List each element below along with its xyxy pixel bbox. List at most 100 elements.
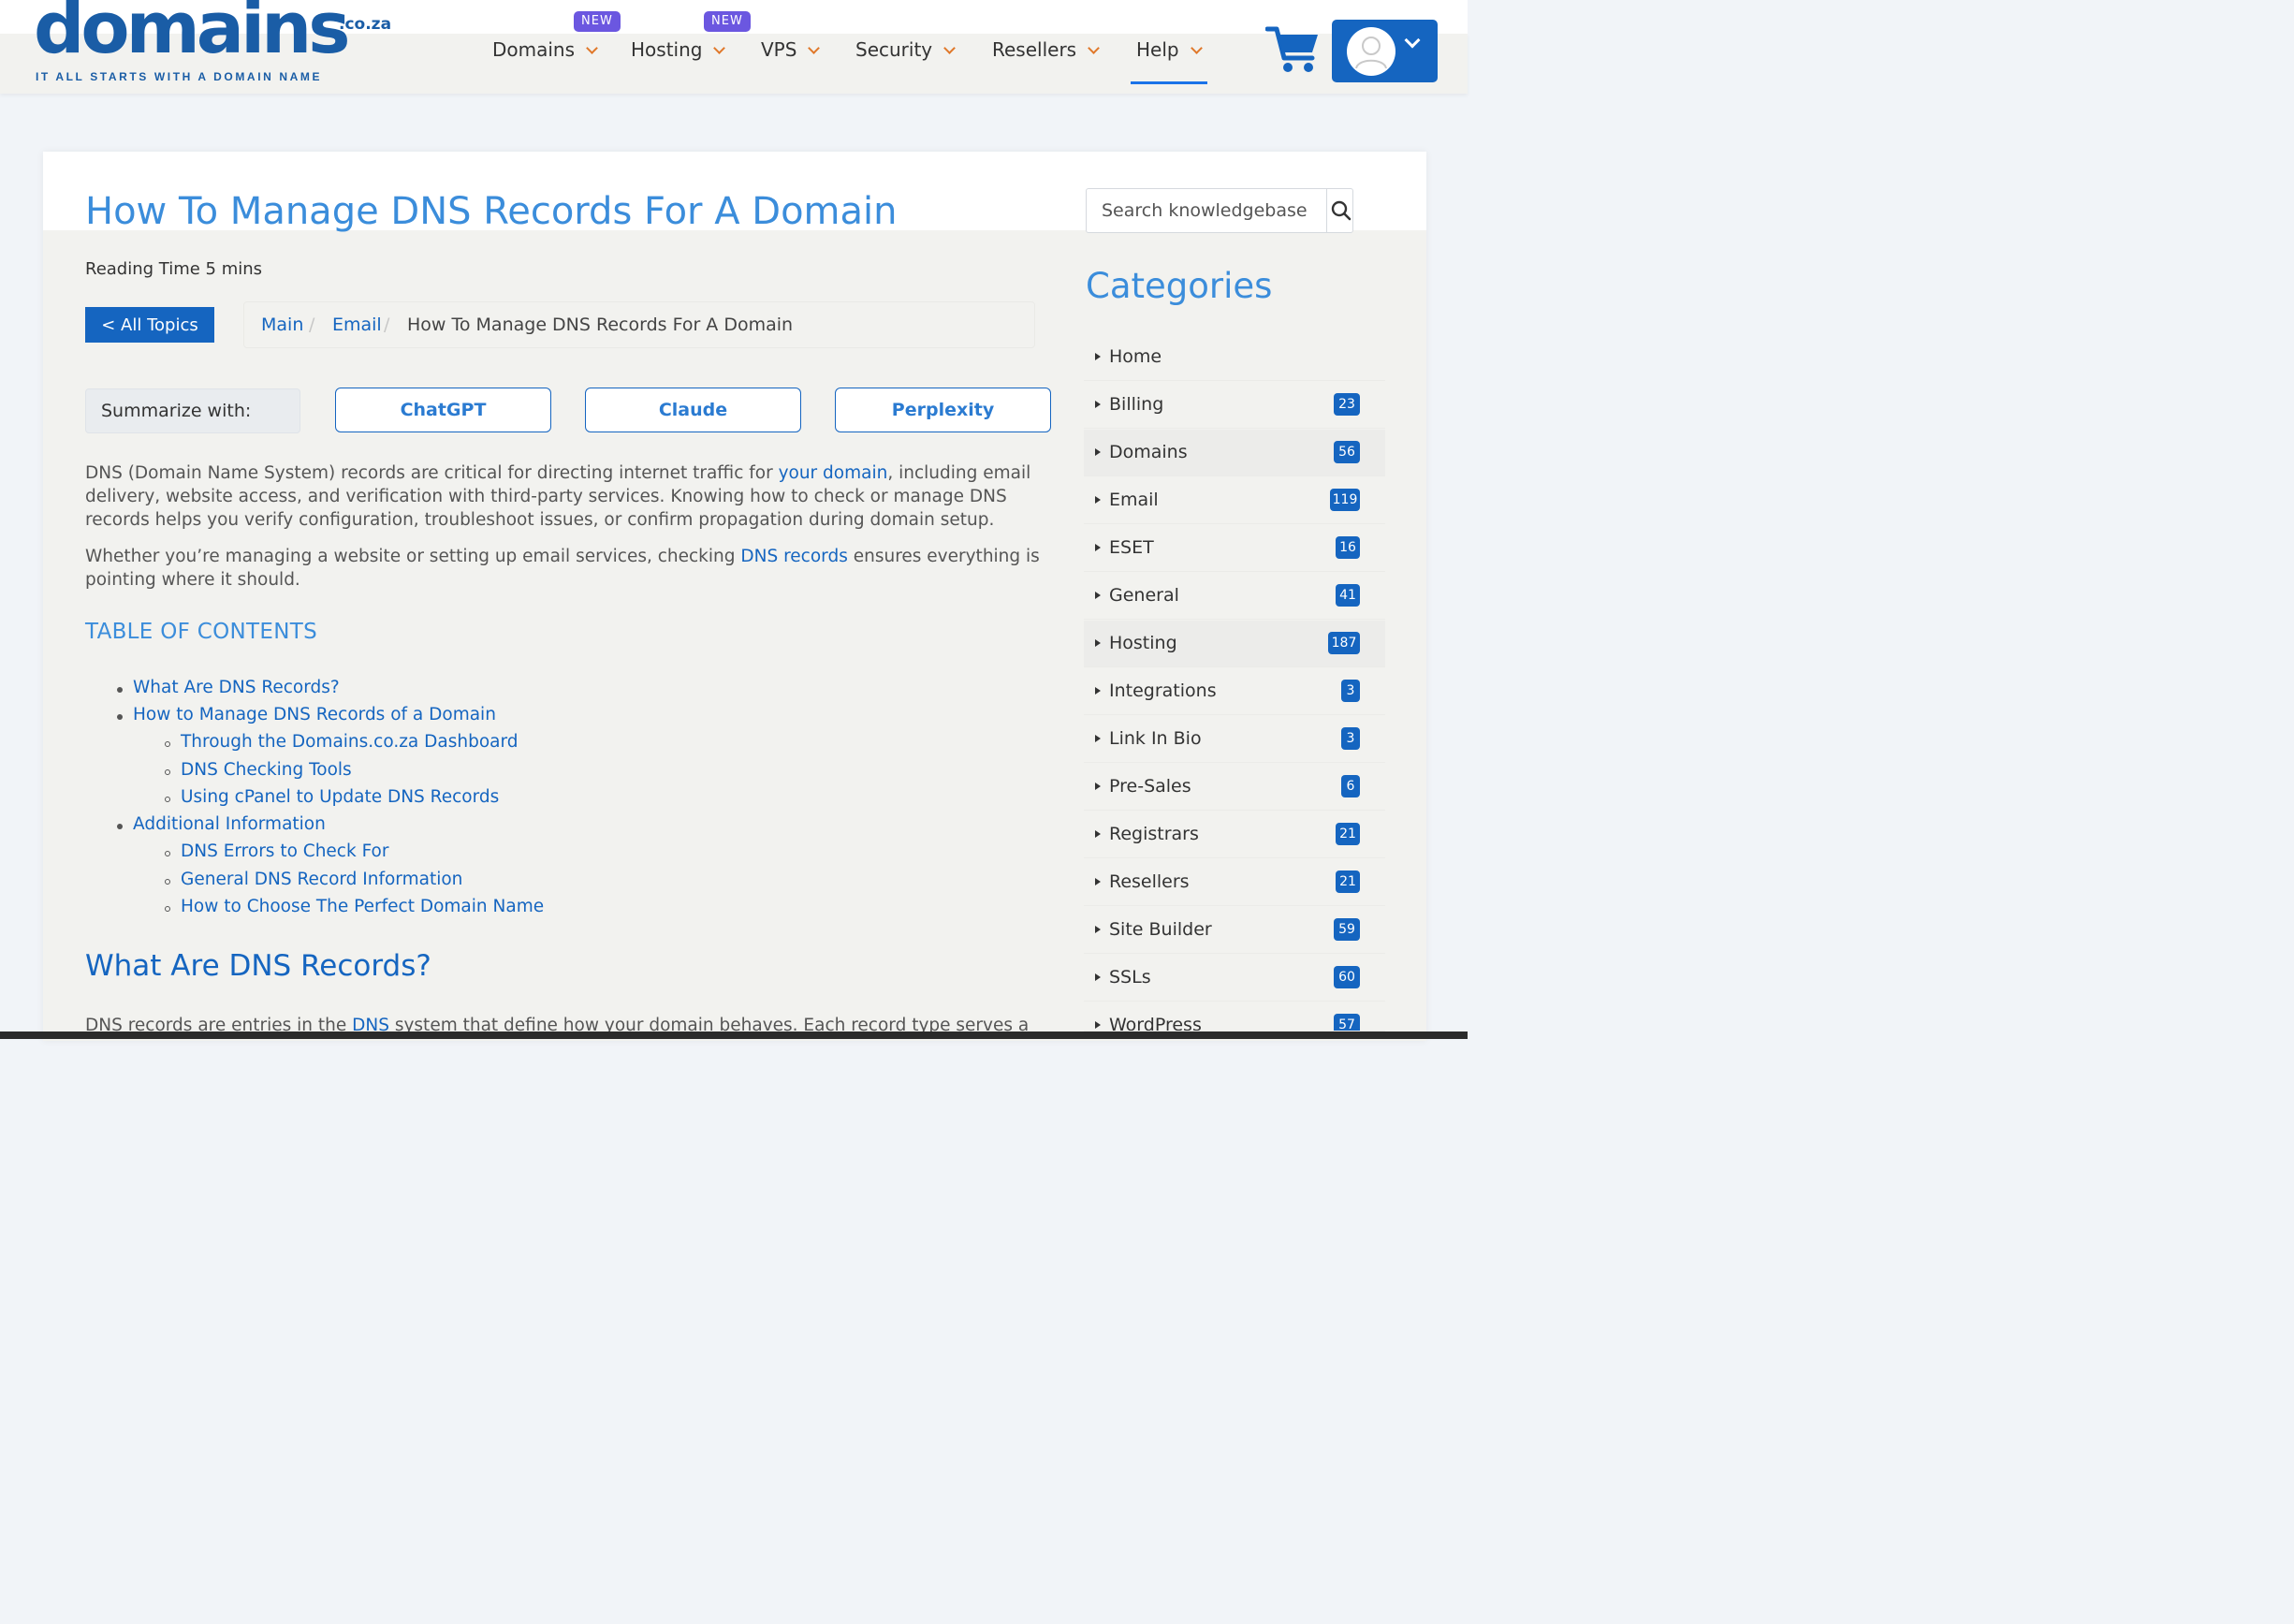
toc-title: TABLE OF CONTENTS (85, 620, 317, 644)
caret-right-icon (1095, 783, 1101, 790)
category-eset[interactable]: ESET 16 (1084, 525, 1385, 572)
logo-tagline: IT ALL STARTS WITH A DOMAIN NAME (36, 70, 323, 83)
category-label: Integrations (1109, 680, 1217, 701)
breadcrumb: Main / Email / How To Manage DNS Records… (243, 301, 1035, 348)
category-domains[interactable]: Domains 56 (1084, 430, 1385, 476)
category-billing[interactable]: Billing 23 (1084, 382, 1385, 429)
category-link-in-bio[interactable]: Link In Bio 3 (1084, 716, 1385, 763)
caret-right-icon (1095, 592, 1101, 599)
category-label: Resellers (1109, 871, 1190, 892)
bullet-ring (165, 851, 170, 856)
category-count-badge: 60 (1334, 966, 1360, 988)
nav-vps[interactable]: VPS (761, 38, 821, 65)
cart-button[interactable] (1264, 24, 1320, 75)
category-count-badge: 3 (1341, 727, 1360, 750)
nav-hosting[interactable]: Hosting (631, 38, 726, 65)
chevron-down-icon (586, 42, 598, 54)
all-topics-button[interactable]: < All Topics (85, 307, 214, 343)
intro-p2-text: Whether you’re managing a website or set… (85, 547, 741, 566)
kb-search-button[interactable] (1327, 189, 1353, 232)
intro-p1-text: DNS (Domain Name System) records are cri… (85, 463, 779, 483)
category-pre-sales[interactable]: Pre-Sales 6 (1084, 764, 1385, 811)
nav-badge-new-domains: NEW (574, 11, 621, 32)
caret-right-icon (1095, 353, 1101, 360)
bullet-dot (117, 824, 123, 829)
chevron-down-icon (943, 42, 957, 54)
bullet-ring (165, 741, 170, 747)
category-integrations[interactable]: Integrations 3 (1084, 668, 1385, 715)
bullet-ring (165, 797, 170, 802)
site-logo[interactable]: domains .co.za IT ALL STARTS WITH A DOMA… (34, 0, 399, 88)
caret-right-icon (1095, 878, 1101, 885)
caret-right-icon (1095, 496, 1101, 504)
breadcrumb-main[interactable]: Main (261, 315, 303, 335)
category-count-badge: 21 (1336, 823, 1360, 845)
toc-link-general-dns[interactable]: General DNS Record Information (181, 870, 462, 889)
dns-records-link[interactable]: DNS records (740, 547, 847, 566)
toc-link-additional-information[interactable]: Additional Information (133, 814, 326, 834)
logo-word: domains (34, 0, 350, 69)
bullet-ring (165, 906, 170, 912)
nav-vps-label: VPS (761, 38, 797, 61)
bullet-dot (117, 714, 123, 720)
nav-security[interactable]: Security (855, 38, 957, 65)
category-label: Site Builder (1109, 919, 1212, 940)
category-wordpress[interactable]: WordPress 57 (1084, 1002, 1385, 1031)
nav-resellers[interactable]: Resellers (992, 38, 1100, 65)
caret-right-icon (1095, 639, 1101, 647)
category-general[interactable]: General 41 (1084, 573, 1385, 620)
chevron-down-icon (713, 42, 726, 54)
category-resellers[interactable]: Resellers 21 (1084, 859, 1385, 906)
category-count-badge: 21 (1336, 871, 1360, 893)
category-label: Registrars (1109, 824, 1199, 844)
caret-right-icon (1095, 735, 1101, 742)
toc-link-dashboard[interactable]: Through the Domains.co.za Dashboard (181, 732, 519, 752)
caret-right-icon (1095, 544, 1101, 551)
category-label: Home (1109, 346, 1162, 367)
toc-link-dns-checking-tools[interactable]: DNS Checking Tools (181, 760, 352, 780)
toc-link-cpanel[interactable]: Using cPanel to Update DNS Records (181, 787, 499, 807)
bullet-ring (165, 879, 170, 885)
cart-icon (1264, 26, 1318, 72)
kb-search-input[interactable] (1088, 190, 1325, 231)
bullet-ring (165, 769, 170, 775)
category-hosting[interactable]: Hosting 187 (1084, 621, 1385, 667)
nav-help[interactable]: Help (1136, 38, 1203, 65)
summarize-perplexity-button[interactable]: Perplexity (835, 388, 1051, 432)
category-label: SSLs (1109, 967, 1151, 988)
category-label: WordPress (1109, 1015, 1202, 1031)
intro-paragraph-2: Whether you’re managing a website or set… (85, 545, 1049, 592)
your-domain-link[interactable]: your domain (779, 463, 888, 483)
toc-link-what-are-dns-records[interactable]: What Are DNS Records? (133, 678, 340, 697)
category-label: Link In Bio (1109, 728, 1202, 749)
nav-hosting-label: Hosting (631, 38, 703, 61)
nav-domains-label: Domains (492, 38, 576, 61)
category-count-badge: 119 (1330, 489, 1360, 511)
caret-right-icon (1095, 973, 1101, 981)
summarize-claude-button[interactable]: Claude (585, 388, 801, 432)
summarize-chatgpt-button[interactable]: ChatGPT (335, 388, 551, 432)
nav-badge-new-hosting: NEW (704, 11, 751, 32)
category-label: ESET (1109, 537, 1154, 558)
category-count-badge: 41 (1336, 584, 1360, 607)
caret-right-icon (1095, 1021, 1101, 1029)
breadcrumb-email[interactable]: Email (332, 315, 382, 335)
category-count-badge: 187 (1328, 632, 1360, 654)
category-site-builder[interactable]: Site Builder 59 (1084, 907, 1385, 954)
toc-link-dns-errors[interactable]: DNS Errors to Check For (181, 841, 388, 861)
caret-right-icon (1095, 687, 1101, 695)
nav-domains[interactable]: Domains (492, 38, 598, 65)
category-label: Pre-Sales (1109, 776, 1191, 797)
category-label: Domains (1109, 442, 1188, 462)
toc-link-choose-domain[interactable]: How to Choose The Perfect Domain Name (181, 897, 544, 916)
toc-link-how-to-manage[interactable]: How to Manage DNS Records of a Domain (133, 705, 496, 724)
category-home[interactable]: Home (1084, 334, 1385, 381)
category-registrars[interactable]: Registrars 21 (1084, 812, 1385, 858)
account-menu-button[interactable] (1332, 20, 1438, 82)
category-ssls[interactable]: SSLs 60 (1084, 955, 1385, 1002)
category-count-badge: 3 (1341, 680, 1360, 702)
category-label: Hosting (1109, 633, 1177, 653)
category-email[interactable]: Email 119 (1084, 477, 1385, 524)
search-icon (1331, 200, 1352, 221)
category-label: Email (1109, 490, 1159, 510)
